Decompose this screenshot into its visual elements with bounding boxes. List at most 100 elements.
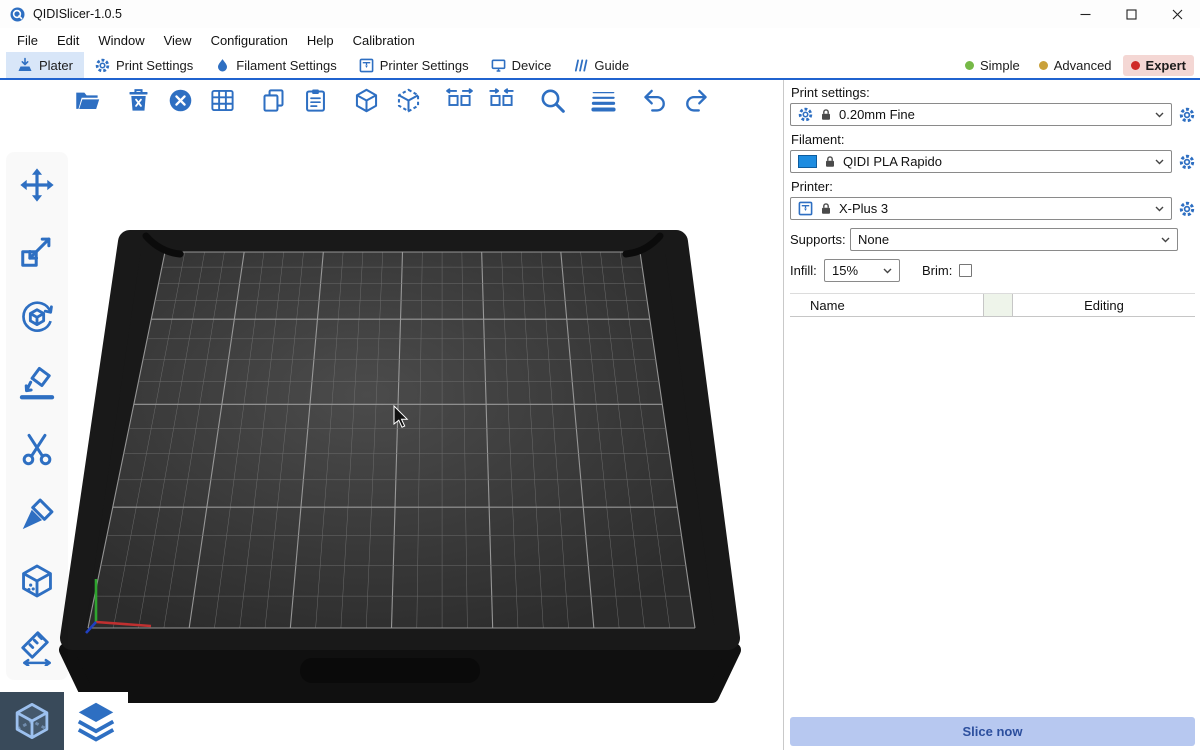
plater-icon <box>17 57 33 73</box>
add-instance-button[interactable] <box>351 85 381 115</box>
brim-checkbox[interactable] <box>959 264 972 277</box>
split-parts-button[interactable] <box>486 85 516 115</box>
object-list-body[interactable] <box>790 317 1195 713</box>
move-icon <box>18 166 56 204</box>
print-settings-gear-button[interactable] <box>1178 106 1195 123</box>
menu-help[interactable]: Help <box>298 30 344 51</box>
remove-instance-button[interactable] <box>393 85 423 115</box>
device-icon <box>491 58 506 73</box>
window-controls <box>1062 0 1200 28</box>
tab-device[interactable]: Device <box>480 52 563 78</box>
print-settings-label: Print settings: <box>791 85 1194 100</box>
split-objects-button[interactable] <box>444 85 474 115</box>
paint-supports-button[interactable] <box>14 492 60 538</box>
tab-print-settings[interactable]: Print Settings <box>84 52 204 78</box>
spacer <box>1178 231 1195 248</box>
open-button[interactable] <box>72 85 102 115</box>
3d-viewport[interactable] <box>0 80 783 750</box>
gear-icon <box>1179 201 1195 217</box>
move-button[interactable] <box>14 162 60 208</box>
tab-printer-settings[interactable]: Printer Settings <box>348 52 480 78</box>
menu-edit[interactable]: Edit <box>48 30 89 51</box>
tab-label: Guide <box>594 58 629 73</box>
arrange-button[interactable] <box>207 85 237 115</box>
delete-icon <box>125 87 152 114</box>
paste-button[interactable] <box>300 85 330 115</box>
supports-select[interactable]: None <box>850 228 1178 251</box>
filament-gear-button[interactable] <box>1178 153 1195 170</box>
menu-configuration[interactable]: Configuration <box>202 30 298 51</box>
mode-simple[interactable]: Simple <box>957 55 1028 76</box>
mode-advanced[interactable]: Advanced <box>1031 55 1120 76</box>
maximize-button[interactable] <box>1108 0 1154 28</box>
minimize-button[interactable] <box>1062 0 1108 28</box>
variable-layer-height-icon <box>590 87 617 114</box>
mode-label: Advanced <box>1054 58 1112 73</box>
delete-all-button[interactable] <box>165 85 195 115</box>
title-bar: QIDISlicer-1.0.5 <box>0 0 1200 28</box>
menu-file[interactable]: File <box>8 30 48 51</box>
preview-view-button[interactable] <box>64 692 128 750</box>
chevron-down-icon <box>1155 206 1164 212</box>
close-button[interactable] <box>1154 0 1200 28</box>
build-plate <box>88 252 695 628</box>
mode-switcher: Simple Advanced Expert <box>957 52 1200 78</box>
plater-toolbar <box>72 85 723 115</box>
printer-icon <box>359 58 374 73</box>
settings-sidebar: Print settings: 0.20mm Fine <box>783 80 1200 750</box>
printer-select[interactable]: X-Plus 3 <box>790 197 1172 220</box>
print-settings-select[interactable]: 0.20mm Fine <box>790 103 1172 126</box>
copy-button[interactable] <box>258 85 288 115</box>
split-parts-icon <box>488 87 515 114</box>
print-settings-icon <box>95 58 110 73</box>
add-instance-icon <box>353 87 380 114</box>
close-icon <box>1172 9 1183 20</box>
infill-value: 15% <box>832 263 858 278</box>
chevron-down-icon <box>883 268 892 274</box>
preset-gear-icon <box>798 107 813 122</box>
tab-plater[interactable]: Plater <box>6 52 84 78</box>
tab-filament-settings[interactable]: Filament Settings <box>204 52 347 78</box>
measure-button[interactable] <box>14 624 60 670</box>
column-editing[interactable]: Editing <box>1013 298 1195 313</box>
rotate-button[interactable] <box>14 294 60 340</box>
undo-button[interactable] <box>639 85 669 115</box>
search-button[interactable] <box>537 85 567 115</box>
tab-guide[interactable]: Guide <box>562 52 640 78</box>
menu-window[interactable]: Window <box>89 30 154 51</box>
filament-select[interactable]: QIDI PLA Rapido <box>790 150 1172 173</box>
column-name[interactable]: Name <box>790 298 983 313</box>
view-mode-toggle <box>0 692 128 750</box>
printer-gear-button[interactable] <box>1178 200 1195 217</box>
variable-layer-height-button[interactable] <box>588 85 618 115</box>
arrange-icon <box>209 87 236 114</box>
delete-button[interactable] <box>123 85 153 115</box>
filament-icon <box>215 58 230 73</box>
place-on-face-button[interactable] <box>14 360 60 406</box>
lock-icon <box>820 108 832 121</box>
chevron-down-icon <box>1155 159 1164 165</box>
tab-label: Device <box>512 58 552 73</box>
tab-label: Print Settings <box>116 58 193 73</box>
menu-view[interactable]: View <box>155 30 202 51</box>
app-logo-icon <box>10 7 25 22</box>
slice-now-button[interactable]: Slice now <box>790 717 1195 746</box>
bed-handle <box>300 658 480 683</box>
print-settings-value: 0.20mm Fine <box>839 107 915 122</box>
menu-calibration[interactable]: Calibration <box>344 30 425 51</box>
column-extruder[interactable] <box>983 294 1013 316</box>
search-icon <box>539 87 566 114</box>
tab-label: Plater <box>39 58 73 73</box>
chevron-down-icon <box>1155 112 1164 118</box>
seam-button[interactable] <box>14 558 60 604</box>
object-list-header: Name Editing <box>790 294 1195 317</box>
scale-button[interactable] <box>14 228 60 274</box>
filament-value: QIDI PLA Rapido <box>843 154 942 169</box>
printer-small-icon <box>798 201 813 216</box>
infill-select[interactable]: 15% <box>824 259 900 282</box>
undo-icon <box>641 87 668 114</box>
mode-expert[interactable]: Expert <box>1123 55 1194 76</box>
cut-button[interactable] <box>14 426 60 472</box>
editor-view-button[interactable] <box>0 692 64 750</box>
redo-button[interactable] <box>681 85 711 115</box>
